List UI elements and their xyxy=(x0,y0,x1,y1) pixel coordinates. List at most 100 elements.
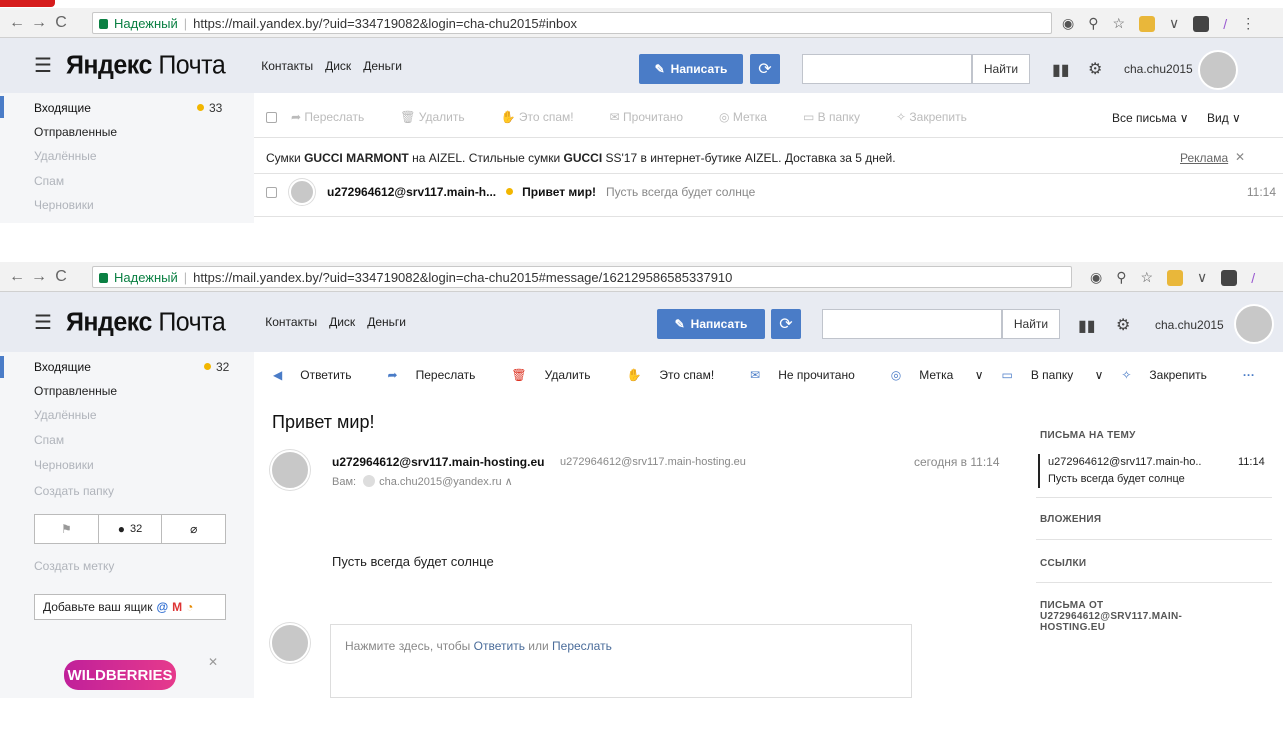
toolbar-delete[interactable]: 🗑 Удалить xyxy=(511,368,608,382)
folder-drafts[interactable]: Черновики xyxy=(34,458,94,472)
toolbar-spam[interactable]: ✋ Это спам! xyxy=(501,110,592,124)
refresh-button[interactable]: ⟳ xyxy=(771,309,801,339)
search-input[interactable] xyxy=(802,54,972,84)
toolbar-reply[interactable]: ◀ Ответить xyxy=(273,368,370,382)
forward-icon[interactable]: → xyxy=(28,14,50,32)
refresh-button[interactable]: ⟳ xyxy=(750,54,780,84)
thread-sender[interactable]: u272964612@srv117.main-ho.. xyxy=(1048,456,1201,468)
create-folder-link[interactable]: Создать папку xyxy=(34,484,114,498)
sender-name[interactable]: u272964612@srv117.main-hosting.eu xyxy=(332,455,544,469)
reload-icon[interactable]: C xyxy=(50,268,72,286)
ad-text[interactable]: Сумки GUCCI MARMONT на AIZEL. Стильные с… xyxy=(266,151,896,165)
unread-dot-icon[interactable] xyxy=(506,187,514,195)
folder-inbox[interactable]: Входящие xyxy=(34,360,91,374)
more-icon[interactable]: ··· xyxy=(1243,368,1255,382)
menu-burger-icon[interactable]: ☰ xyxy=(34,53,52,78)
toolbar-delete[interactable]: 🗑 Удалить xyxy=(400,110,482,124)
link-contacts[interactable]: Контакты xyxy=(261,59,313,73)
select-all-checkbox[interactable] xyxy=(266,111,277,123)
thread-snippet[interactable]: Пусть всегда будет солнце xyxy=(1048,473,1185,485)
columns-icon[interactable]: ▮▮ xyxy=(1052,60,1070,80)
letters-from-heading[interactable]: ПИСЬМА ОТ U272964612@SRV117.MAIN-HOSTING… xyxy=(1040,600,1240,633)
filter-unread[interactable]: ● 32 xyxy=(99,515,163,543)
extension-icon[interactable] xyxy=(1167,269,1184,286)
quick-reply-box[interactable]: Нажмите здесь, чтобы Ответить или Пересл… xyxy=(330,624,912,698)
folder-sent[interactable]: Отправленные xyxy=(34,125,117,139)
reply-link[interactable]: Ответить xyxy=(474,639,525,653)
toolbar-spam[interactable]: ✋ Это спам! xyxy=(626,368,732,382)
toolbar-unread[interactable]: ✉ Не прочитано xyxy=(750,368,873,382)
key-icon[interactable]: ⚲ xyxy=(1116,269,1126,286)
recipients[interactable]: Вам: cha.chu2015@yandex.ru ∧ xyxy=(332,475,513,488)
ad-label-link[interactable]: Реклама xyxy=(1180,151,1228,165)
folder-deleted[interactable]: Удалённые xyxy=(34,408,97,422)
columns-icon[interactable]: ▮▮ xyxy=(1078,316,1096,336)
pen-icon[interactable]: / xyxy=(1251,270,1255,286)
link-money[interactable]: Деньги xyxy=(363,59,402,73)
link-money[interactable]: Деньги xyxy=(367,315,406,329)
menu-icon[interactable]: ⋮ xyxy=(1241,15,1255,32)
extension-badge-icon[interactable] xyxy=(1193,15,1210,32)
compose-button[interactable]: ✎ Написать xyxy=(657,309,765,339)
toolbar-label[interactable]: ◎ Метка ∨ xyxy=(891,368,984,382)
back-icon[interactable]: ← xyxy=(6,14,28,32)
wildberries-ad[interactable]: WILDBERRIES xyxy=(64,660,176,690)
pen-icon[interactable]: / xyxy=(1223,16,1227,32)
toolbar-label[interactable]: ◎ Метка xyxy=(719,110,785,124)
toolbar-forward[interactable]: ➦ Переслать xyxy=(291,110,382,124)
gear-icon[interactable]: ⚙ xyxy=(1088,59,1102,79)
star-icon[interactable]: ☆ xyxy=(1140,269,1153,286)
folder-sent[interactable]: Отправленные xyxy=(34,384,117,398)
eye-icon[interactable]: ◉ xyxy=(1090,269,1102,286)
toolbar-pin[interactable]: ✧ Закрепить xyxy=(896,110,985,124)
sender-email[interactable]: u272964612@srv117.main-hosting.eu xyxy=(560,456,746,468)
logo[interactable]: Яндекс Почта xyxy=(66,50,226,80)
message-row[interactable]: u272964612@srv117.main-h... Привет мир! … xyxy=(266,177,1276,207)
menu-burger-icon[interactable]: ☰ xyxy=(34,310,52,335)
forward-icon[interactable]: → xyxy=(28,268,50,286)
address-bar[interactable]: Надежный | https://mail.yandex.by/?uid=3… xyxy=(92,266,1072,288)
filter-dropdown[interactable]: Все письма ∨ xyxy=(1112,111,1189,125)
attachments-heading[interactable]: ВЛОЖЕНИЯ xyxy=(1040,514,1101,525)
links-heading[interactable]: ССЫЛКИ xyxy=(1040,558,1086,569)
folder-inbox[interactable]: Входящие xyxy=(34,101,91,115)
close-icon[interactable]: ✕ xyxy=(208,655,218,669)
extension-badge-icon[interactable] xyxy=(1221,269,1238,286)
filter-attachments[interactable]: ⌀ xyxy=(162,515,225,543)
star-icon[interactable]: ☆ xyxy=(1112,15,1125,32)
link-contacts[interactable]: Контакты xyxy=(265,315,317,329)
extension-v-icon[interactable]: ∨ xyxy=(1197,269,1207,286)
username[interactable]: cha.chu2015 xyxy=(1124,62,1193,76)
search-button[interactable]: Найти xyxy=(972,54,1030,84)
back-icon[interactable]: ← xyxy=(6,268,28,286)
filter-flagged[interactable]: ⚑ xyxy=(35,515,99,543)
toolbar-read[interactable]: ✉ Прочитано xyxy=(610,110,701,124)
eye-icon[interactable]: ◉ xyxy=(1062,15,1074,32)
avatar[interactable] xyxy=(1234,304,1274,344)
folder-deleted[interactable]: Удалённые xyxy=(34,149,97,163)
link-disk[interactable]: Диск xyxy=(329,315,355,329)
search-input[interactable] xyxy=(822,309,1002,339)
extension-icon[interactable] xyxy=(1139,15,1156,32)
toolbar-folder[interactable]: ▭ В папку ∨ xyxy=(1001,368,1103,382)
logo[interactable]: Яндекс Почта xyxy=(66,307,226,337)
reload-icon[interactable]: C xyxy=(50,14,72,32)
close-icon[interactable]: ✕ xyxy=(1235,150,1245,164)
forward-link[interactable]: Переслать xyxy=(552,639,612,653)
extension-v-icon[interactable]: ∨ xyxy=(1169,15,1179,32)
address-bar[interactable]: Надежный | https://mail.yandex.by/?uid=3… xyxy=(92,12,1052,34)
folder-spam[interactable]: Спам xyxy=(34,433,64,447)
link-disk[interactable]: Диск xyxy=(325,59,351,73)
key-icon[interactable]: ⚲ xyxy=(1088,15,1098,32)
toolbar-forward[interactable]: ➦ Переслать xyxy=(388,368,494,382)
compose-button[interactable]: ✎ Написать xyxy=(639,54,743,84)
search-button[interactable]: Найти xyxy=(1002,309,1060,339)
gear-icon[interactable]: ⚙ xyxy=(1116,315,1130,335)
folder-spam[interactable]: Спам xyxy=(34,174,64,188)
avatar[interactable] xyxy=(1198,50,1238,90)
add-mailbox-button[interactable]: Добавьте ваш ящик @ M ◔ xyxy=(34,594,226,620)
toolbar-pin[interactable]: ✧ Закрепить xyxy=(1121,368,1225,382)
username[interactable]: cha.chu2015 xyxy=(1155,318,1224,332)
view-dropdown[interactable]: Вид ∨ xyxy=(1207,111,1241,125)
row-checkbox[interactable] xyxy=(266,186,277,198)
